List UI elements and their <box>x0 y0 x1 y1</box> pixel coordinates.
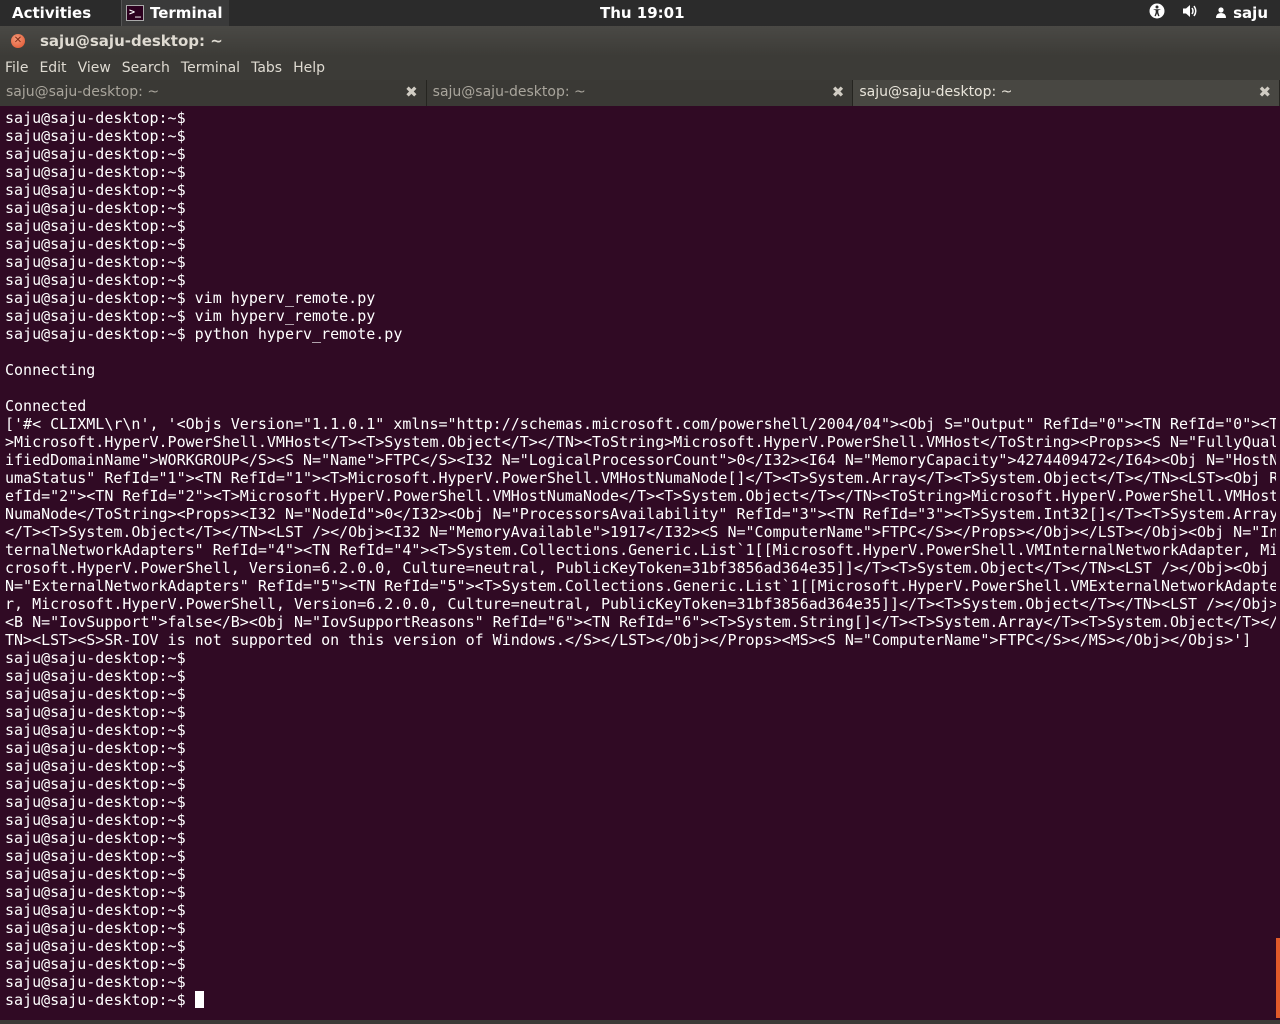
terminal-line: saju@saju-desktop:~$ <box>5 271 186 289</box>
terminal-line: saju@saju-desktop:~$ <box>5 955 186 973</box>
terminal-line: saju@saju-desktop:~$ python hyperv_remot… <box>5 325 403 343</box>
terminal-line: ifiedDomainName">WORKGROUP</S><S N="Name… <box>5 451 1276 469</box>
terminal-line: Connected <box>5 397 87 415</box>
scrollbar-thumb[interactable] <box>1276 938 1280 1018</box>
terminal-output[interactable]: saju@saju-desktop:~$ saju@saju-desktop:~$… <box>0 106 1276 1020</box>
terminal-line: <B N="IovSupport">false</B><Obj N="IovSu… <box>5 613 1276 631</box>
terminal-line: saju@saju-desktop:~$ <box>5 685 186 703</box>
tab-2[interactable]: saju@saju-desktop: ~ ✖ <box>426 80 854 106</box>
terminal-line: saju@saju-desktop:~$ <box>5 847 186 865</box>
terminal-line: saju@saju-desktop:~$ <box>5 775 186 793</box>
terminal-line: saju@saju-desktop:~$ <box>5 973 186 991</box>
terminal-line: saju@saju-desktop:~$ <box>5 199 186 217</box>
terminal-line: saju@saju-desktop:~$ <box>5 919 186 937</box>
tab-1[interactable]: saju@saju-desktop: ~ ✖ <box>0 80 427 106</box>
tab-label: saju@saju-desktop: ~ <box>6 84 160 100</box>
terminal-prompt-line: saju@saju-desktop:~$ <box>5 991 1276 1009</box>
terminal-line: r, Microsoft.HyperV.PowerShell, Version=… <box>5 595 1276 613</box>
system-tray: saju <box>1149 0 1268 26</box>
terminal-line: saju@saju-desktop:~$ <box>5 217 186 235</box>
terminal-line: saju@saju-desktop:~$ <box>5 145 186 163</box>
terminal-line: saju@saju-desktop:~$ <box>5 163 186 181</box>
tab-label: saju@saju-desktop: ~ <box>859 84 1013 100</box>
tab-label: saju@saju-desktop: ~ <box>432 84 586 100</box>
tab-3[interactable]: saju@saju-desktop: ~ ✖ <box>853 80 1280 106</box>
terminal-line: Connecting <box>5 361 96 379</box>
terminal-line: saju@saju-desktop:~$ <box>5 811 186 829</box>
menu-terminal[interactable]: Terminal <box>176 60 246 76</box>
window-titlebar[interactable]: ✕ saju@saju-desktop: ~ <box>0 26 1280 56</box>
terminal-line: saju@saju-desktop:~$ <box>5 235 186 253</box>
menu-view[interactable]: View <box>73 60 117 76</box>
terminal-line: N="ExternalNetworkAdapters" RefId="5"><T… <box>5 577 1276 595</box>
close-tab-icon[interactable]: ✖ <box>405 83 418 101</box>
menu-edit[interactable]: Edit <box>34 60 72 76</box>
menu-tabs[interactable]: Tabs <box>246 60 288 76</box>
terminal-icon: >_ <box>126 5 144 21</box>
window-title: saju@saju-desktop: ~ <box>40 32 223 50</box>
app-menu-terminal[interactable]: >_ Terminal <box>121 0 229 26</box>
terminal-line: NumaNode</ToString><Props><I32 N="NodeId… <box>5 505 1276 523</box>
tab-bar: saju@saju-desktop: ~ ✖ saju@saju-desktop… <box>0 80 1280 106</box>
terminal-line: ternalNetworkAdapters" RefId="4"><TN Ref… <box>5 541 1276 559</box>
close-tab-icon[interactable]: ✖ <box>832 83 845 101</box>
terminal-line: saju@saju-desktop:~$ <box>5 901 186 919</box>
terminal-line: efId="2"><TN RefId="2"><T>Microsoft.Hype… <box>5 487 1276 505</box>
close-tab-icon[interactable]: ✖ <box>1258 83 1271 101</box>
text-cursor <box>194 991 204 1008</box>
terminal-line: saju@saju-desktop:~$ <box>5 649 186 667</box>
menu-bar: File Edit View Search Terminal Tabs Help <box>0 56 1280 80</box>
window-bottom-border <box>0 1020 1280 1024</box>
terminal-line: TN><LST><S>SR-IOV is not supported on th… <box>5 631 1252 649</box>
user-name: saju <box>1233 4 1268 22</box>
terminal-line: saju@saju-desktop:~$ <box>5 865 186 883</box>
menu-file[interactable]: File <box>0 60 34 76</box>
terminal-line: ['#< CLIXML\r\n', '<Objs Version="1.1.0.… <box>5 415 1276 433</box>
terminal-line: crosoft.HyperV.PowerShell, Version=6.2.0… <box>5 559 1270 577</box>
terminal-line: saju@saju-desktop:~$ <box>5 667 186 685</box>
menu-help[interactable]: Help <box>288 60 331 76</box>
volume-icon[interactable] <box>1181 3 1199 23</box>
close-window-button[interactable]: ✕ <box>11 34 25 48</box>
terminal-line: saju@saju-desktop:~$ <box>5 739 186 757</box>
terminal-line: saju@saju-desktop:~$ <box>5 883 186 901</box>
clock[interactable]: Thu 19:01 <box>600 4 685 22</box>
terminal-line: saju@saju-desktop:~$ <box>5 829 186 847</box>
terminal-scrollbar[interactable] <box>1276 106 1280 1020</box>
terminal-line: saju@saju-desktop:~$ <box>5 937 186 955</box>
terminal-line: saju@saju-desktop:~$ <box>5 109 186 127</box>
terminal-line: umaStatus" RefId="1"><TN RefId="1"><T>Mi… <box>5 469 1276 487</box>
terminal-line: saju@saju-desktop:~$ <box>5 793 186 811</box>
terminal-line: </T><T>System.Object</T></TN><LST /></Ob… <box>5 523 1276 541</box>
terminal-line: saju@saju-desktop:~$ <box>5 721 186 739</box>
terminal-line: saju@saju-desktop:~$ vim hyperv_remote.p… <box>5 307 376 325</box>
top-panel: Activities >_ Terminal Thu 19:01 saju <box>0 0 1280 26</box>
user-menu[interactable]: saju <box>1215 4 1268 22</box>
user-icon <box>1215 4 1227 22</box>
terminal-line: saju@saju-desktop:~$ <box>5 181 186 199</box>
terminal-line: saju@saju-desktop:~$ vim hyperv_remote.p… <box>5 289 376 307</box>
terminal-prompt: saju@saju-desktop:~$ <box>5 991 195 1009</box>
terminal-line: saju@saju-desktop:~$ <box>5 127 186 145</box>
app-menu-label: Terminal <box>150 4 223 22</box>
menu-search[interactable]: Search <box>117 60 176 76</box>
accessibility-icon[interactable] <box>1149 3 1165 23</box>
activities-button[interactable]: Activities <box>12 4 91 22</box>
terminal-line: saju@saju-desktop:~$ <box>5 253 186 271</box>
terminal-lines: saju@saju-desktop:~$ saju@saju-desktop:~$… <box>5 109 1276 991</box>
terminal-line: saju@saju-desktop:~$ <box>5 703 186 721</box>
terminal-line: >Microsoft.HyperV.PowerShell.VMHost</T><… <box>5 433 1276 451</box>
terminal-line: saju@saju-desktop:~$ <box>5 757 186 775</box>
